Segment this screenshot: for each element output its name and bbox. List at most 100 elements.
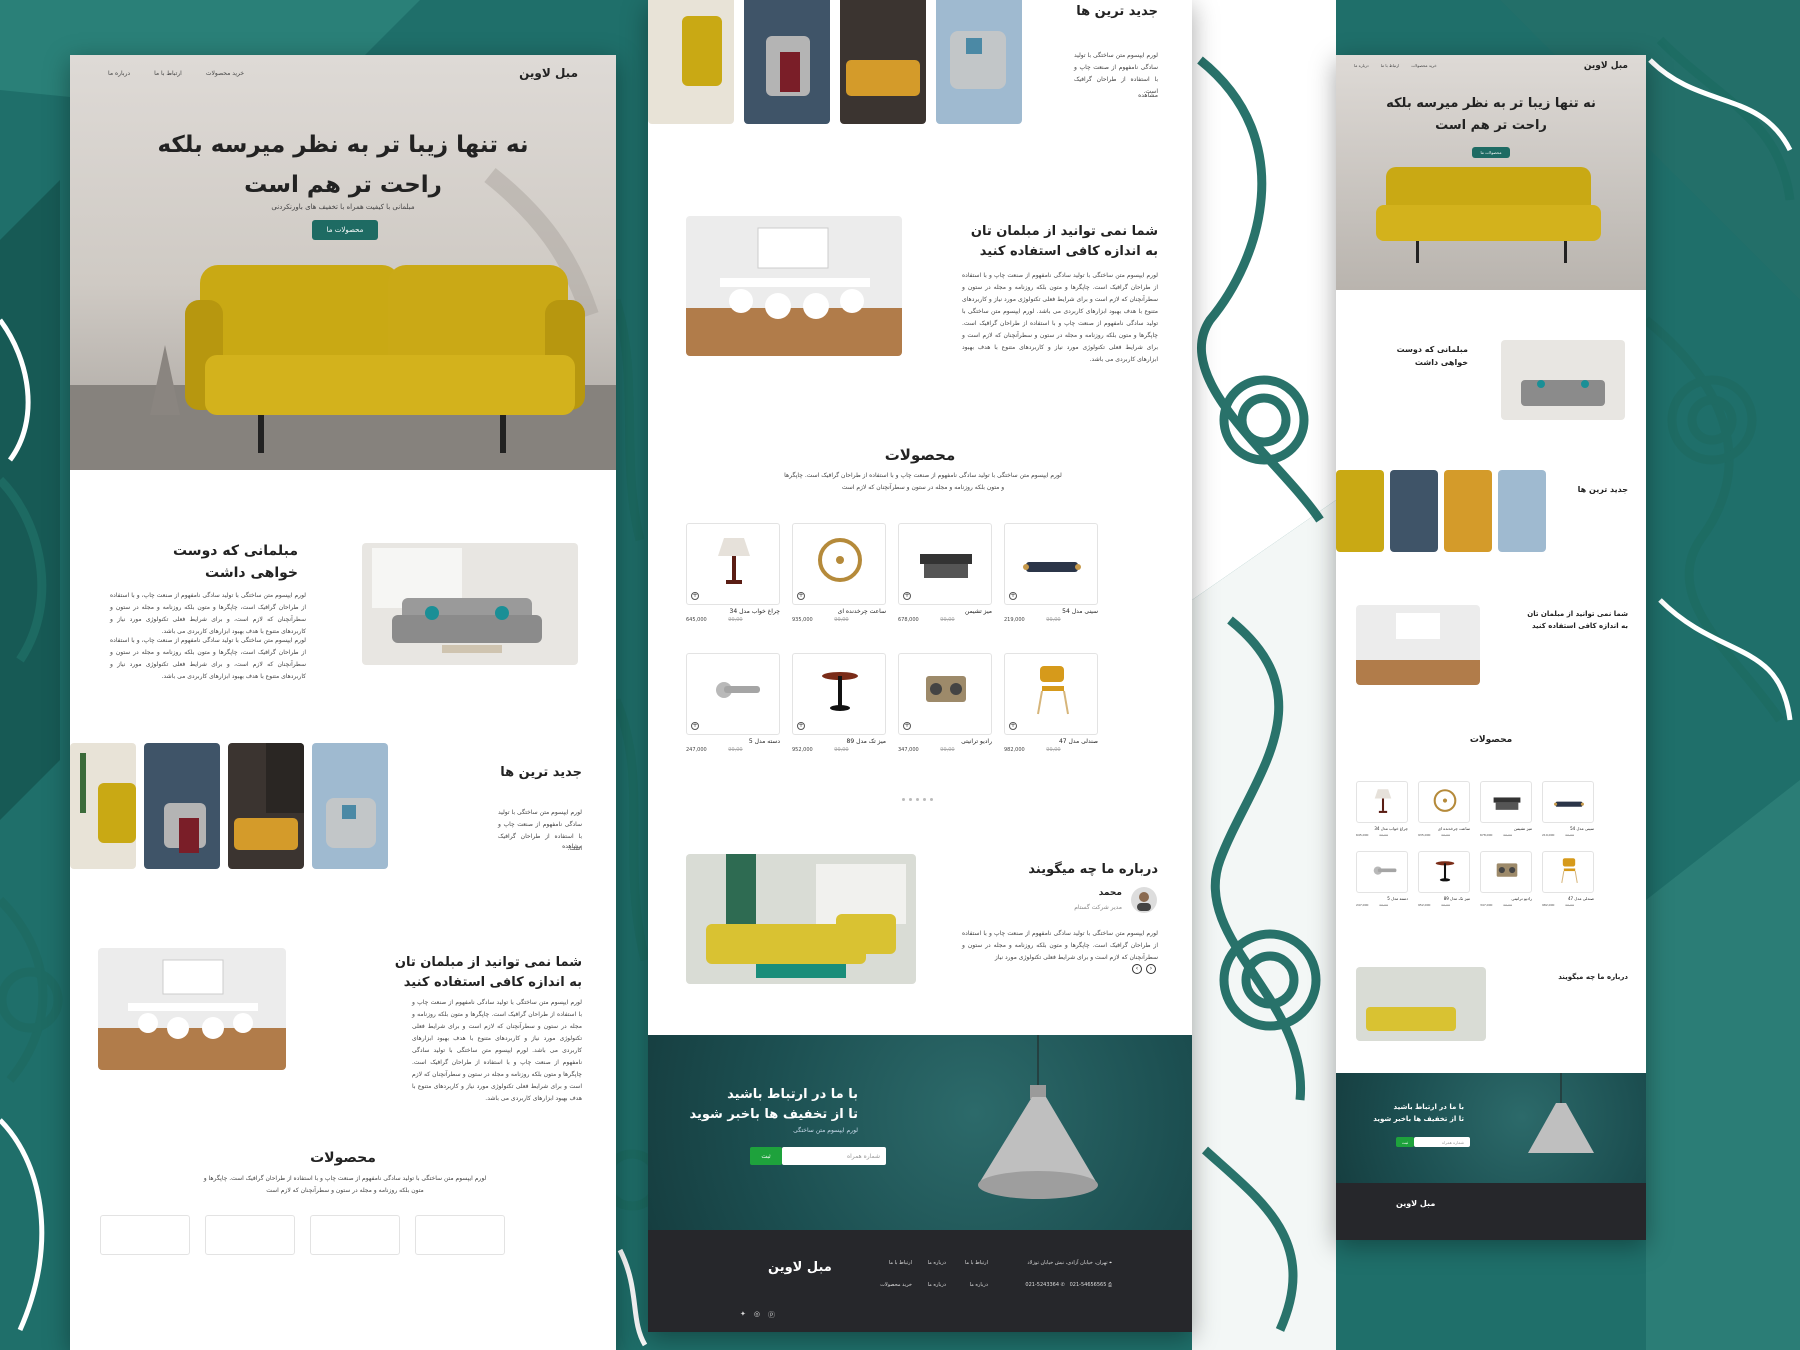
hero-title: نه تنها زیبا تر به نظر میرسه بلکه راحت ت… [157, 132, 529, 198]
product-card-peek[interactable] [310, 1215, 400, 1255]
phone-field[interactable]: شماره همراه [1414, 1137, 1470, 1147]
products-title: محصولات [884, 446, 956, 464]
phone-field[interactable]: شماره همراه [782, 1147, 886, 1165]
nav-item-contact[interactable]: ارتباط با ما [154, 70, 182, 77]
product-card-peek[interactable] [100, 1215, 190, 1255]
pinterest-icon[interactable]: ⓟ [768, 1310, 775, 1320]
fit-title: شما نمی توانید از مبلمان تان به اندازه کا… [1527, 610, 1628, 630]
product-card-peek[interactable] [415, 1215, 505, 1255]
door-handle-icon [1373, 866, 1397, 875]
product-old-price: 99,00 [1503, 833, 1512, 837]
add-to-cart-icon[interactable]: + [1009, 592, 1017, 600]
product-price: 952,000 [792, 747, 813, 753]
hero-sofa-image [70, 167, 616, 470]
page-preview-full: مبل لاوین خرید محصولات ارتباط با ما درباره… [1336, 55, 1646, 1240]
about-title: مبلمانی که دوست خواهی داشت [172, 543, 298, 581]
testimonial-role: مدیر شرکت گستام [1074, 904, 1122, 911]
radio-icon [1496, 863, 1518, 877]
footer-logo[interactable]: مبل لاوین [1396, 1199, 1435, 1208]
product-card[interactable]: + [792, 523, 886, 605]
hero-section: مبل لاوین خرید محصولات ارتباط با ما درباره… [1336, 55, 1646, 290]
coffee-table-icon [1493, 797, 1521, 810]
twitter-icon[interactable]: ✦ [740, 1310, 746, 1320]
hero-products-button[interactable]: محصولات ما [1472, 147, 1510, 158]
product-old-price: 99,00 [728, 617, 743, 623]
product-price: 678,000 [898, 617, 919, 623]
newest-image-2 [744, 0, 830, 124]
product-old-price: 99,00 [940, 617, 955, 623]
newsletter-title: با ما در ارتباط باشید تا از تخفیف ها باخب… [689, 1087, 858, 1122]
arrow-left-icon[interactable]: ‹ [1132, 964, 1142, 974]
gear-clock-icon [818, 538, 862, 582]
site-logo[interactable]: مبل لاوین [1584, 61, 1628, 71]
add-to-cart-icon[interactable]: + [691, 722, 699, 730]
nav-item-shop[interactable]: خرید محصولات [206, 70, 244, 77]
product-card[interactable]: + [686, 523, 780, 605]
add-to-cart-icon[interactable]: + [903, 722, 911, 730]
product-card[interactable]: + [898, 653, 992, 735]
product-card[interactable]: + [792, 653, 886, 735]
fit-title: شما نمی توانید از مبلمان تان به اندازه کا… [970, 224, 1158, 259]
product-card[interactable] [1418, 851, 1470, 893]
submit-button[interactable]: ثبت [1396, 1137, 1414, 1147]
instagram-icon[interactable]: ◎ [754, 1310, 760, 1320]
submit-button[interactable]: ثبت [750, 1147, 782, 1165]
product-price: 645,000 [1356, 833, 1369, 837]
footer: مبل لاوین [1336, 1183, 1646, 1240]
newest-image-2 [144, 743, 220, 869]
product-price: 678,000 [1480, 833, 1493, 837]
product-price: 347,000 [898, 747, 919, 753]
products-pagination[interactable] [902, 798, 933, 801]
add-to-cart-icon[interactable]: + [903, 592, 911, 600]
product-name: میز تک مدل 89 [846, 738, 886, 745]
product-card[interactable]: + [686, 653, 780, 735]
nav-item-about[interactable]: درباره ما [108, 70, 130, 77]
newest-view-link[interactable]: مشاهده [1138, 92, 1158, 99]
hero-section [70, 55, 616, 470]
product-old-price: 99,00 [1441, 903, 1450, 907]
main-menu: خرید محصولات ارتباط با ما درباره ما [1354, 63, 1437, 68]
newest-view-link[interactable]: مشاهده [562, 843, 582, 850]
social-icons: ✦ ◎ ⓟ [740, 1310, 775, 1320]
product-card[interactable]: + [1004, 523, 1098, 605]
site-logo[interactable]: مبل لاوین [519, 66, 578, 80]
add-to-cart-icon[interactable]: + [691, 592, 699, 600]
product-card[interactable] [1542, 781, 1594, 823]
footer-links-col2: درباره ما درباره ما [927, 1260, 946, 1288]
product-price: 982,000 [1542, 903, 1555, 907]
add-to-cart-icon[interactable]: + [1009, 722, 1017, 730]
products-intro: لورم ایپسوم متن ساختگی با تولید سادگی نا… [784, 472, 1062, 491]
testimonial-text: لورم ایپسوم متن ساختگی با تولید سادگی نا… [962, 930, 1158, 961]
fit-title: شما نمی توانید از مبلمان تان به اندازه کا… [394, 955, 582, 990]
add-to-cart-icon[interactable]: + [797, 592, 805, 600]
product-name: سینی مدل 54 [1062, 608, 1098, 615]
product-name: میز تشیمن [964, 608, 992, 615]
product-name: ساعت چرخدنده ای [837, 608, 886, 615]
add-to-cart-icon[interactable]: + [797, 722, 805, 730]
product-card[interactable]: + [898, 523, 992, 605]
product-name: چراغ خواب مدل 34 [1374, 826, 1408, 831]
hero-products-button[interactable]: محصولات ما [312, 220, 378, 240]
product-name: صندلی مدل 47 [1058, 738, 1098, 745]
product-price: 347,000 [1480, 903, 1493, 907]
product-card[interactable] [1418, 781, 1470, 823]
footer: مبل لاوین ارتباط با ما خرید محصولات دربار… [648, 1230, 1192, 1332]
newsletter-section: با ما در ارتباط باشید تا از تخفیف ها باخب… [648, 1035, 1192, 1230]
product-card[interactable] [1480, 781, 1532, 823]
product-card[interactable] [1356, 781, 1408, 823]
product-card-peek[interactable] [205, 1215, 295, 1255]
tray-icon [1023, 562, 1081, 572]
product-card[interactable] [1356, 851, 1408, 893]
product-old-price: 99,00 [834, 617, 849, 623]
arrow-right-icon[interactable]: › [1146, 964, 1156, 974]
product-card[interactable] [1542, 851, 1594, 893]
product-old-price: 99,00 [1503, 903, 1512, 907]
chair-icon [1561, 858, 1578, 884]
product-name: صندلی مدل 47 [1567, 896, 1594, 901]
product-name: دسته مدل 5 [1387, 896, 1408, 901]
avatar [1131, 887, 1157, 913]
product-card[interactable]: + [1004, 653, 1098, 735]
product-card[interactable] [1480, 851, 1532, 893]
page-preview-desktop: خرید محصولات ارتباط با ما درباره ما مبل … [70, 55, 616, 1350]
footer-logo[interactable]: مبل لاوین [768, 1260, 832, 1275]
